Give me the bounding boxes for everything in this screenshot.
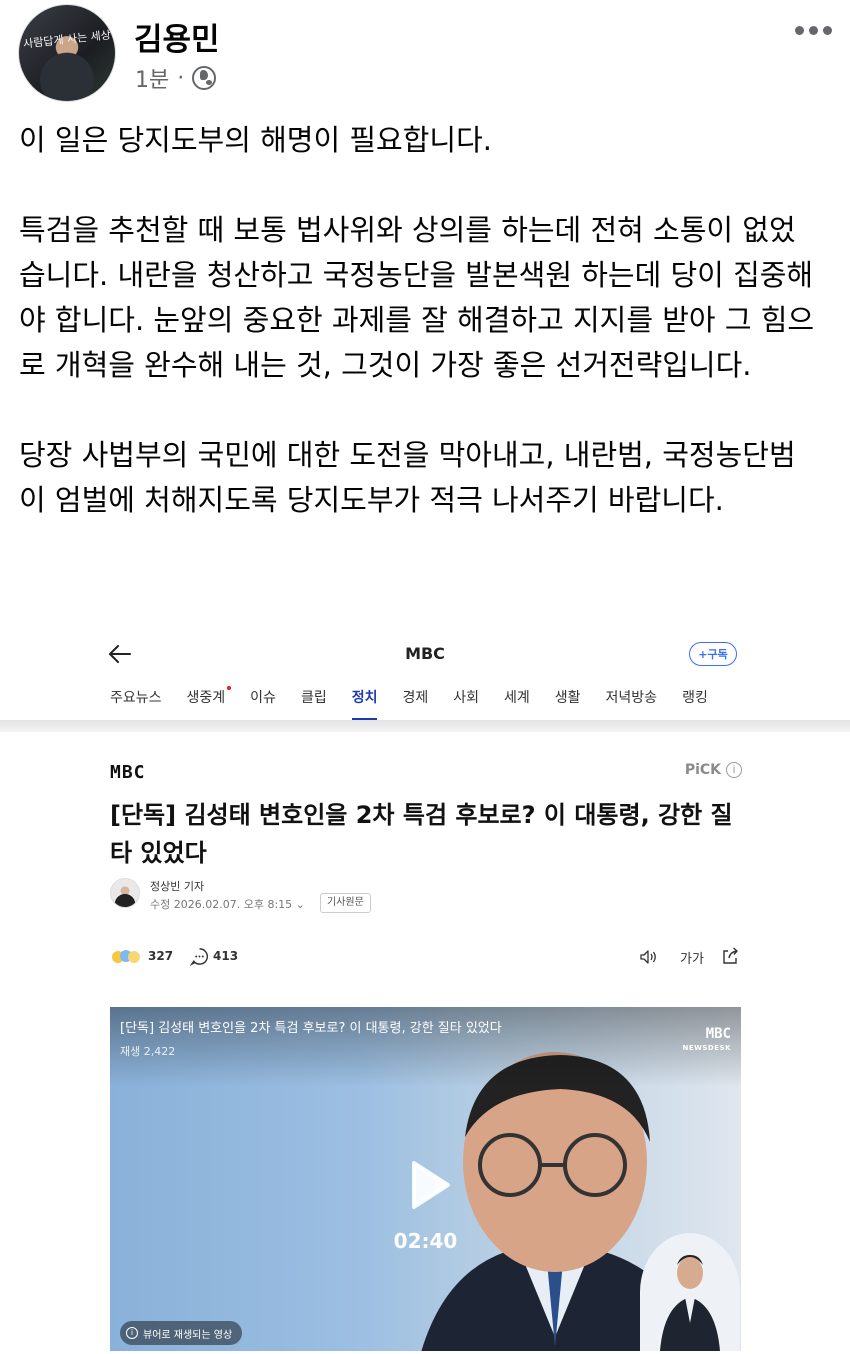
article-stats: 327 413 가가 — [110, 946, 740, 970]
tab-live[interactable]: 생중계 — [187, 686, 232, 720]
tab-ranking[interactable]: 랭킹 — [682, 686, 708, 720]
article-headline: [단독] 김성태 변호인을 2차 특검 후보로? 이 대통령, 강한 질타 있었… — [110, 801, 733, 867]
info-icon[interactable]: i — [726, 762, 742, 778]
globe-icon[interactable] — [192, 66, 217, 90]
video-player[interactable]: [단독] 김성태 변호인을 2차 특검 후보로? 이 대통령, 강한 질타 있었… — [110, 1007, 741, 1351]
comment-count: 413 — [213, 949, 239, 963]
share-icon[interactable] — [720, 946, 740, 966]
speaker-icon[interactable] — [638, 947, 658, 967]
original-article-button[interactable]: 기사원문 — [320, 893, 371, 913]
avatar[interactable]: 사람답게 사는 세상 — [18, 4, 116, 102]
avatar-overlay-text: 사람답게 사는 세상 — [22, 28, 112, 51]
muted-notice[interactable]: i 뷰어로 재생되는 영상 — [120, 1321, 243, 1345]
section-divider — [0, 720, 850, 732]
meta-separator: · — [177, 65, 185, 91]
category-nav: 주요뉴스 생중계 이슈 클립 정치 경제 사회 세계 생활 저녁방송 랭킹 — [110, 686, 733, 722]
video-title: [단독] 김성태 변호인을 2차 특검 후보로? 이 대통령, 강한 질타 있었… — [120, 1021, 502, 1036]
tab-politics[interactable]: 정치 — [351, 686, 378, 720]
post-paragraph: 당장 사법부의 국민에 대한 도전을 막아내고, 내란범, 국정농단범이 엄벌에… — [19, 438, 796, 517]
reporter-name[interactable]: 정상빈 기자 — [150, 878, 204, 894]
post-paragraph: 특검을 추천할 때 보통 법사위와 상의를 하는데 전혀 소통이 없었습니다. … — [19, 213, 815, 382]
post-meta: 1분 · — [135, 62, 217, 94]
author-name[interactable]: 김용민 — [134, 14, 220, 59]
shared-article-image[interactable]: MBC +구독 주요뉴스 생중계 이슈 클립 정치 경제 사회 세계 생활 저녁… — [0, 628, 850, 1354]
tab-life[interactable]: 생활 — [555, 686, 581, 720]
tab-main-news[interactable]: 주요뉴스 — [110, 686, 162, 720]
post-time[interactable]: 1분 — [135, 62, 169, 94]
post-header: 사람답게 사는 세상 김용민 1분 · — [18, 4, 832, 104]
tab-evening[interactable]: 저녁방송 — [606, 686, 658, 720]
sign-language-interpreter — [640, 1233, 740, 1351]
video-views: 재생 2,422 — [120, 1045, 176, 1058]
reaction-icon[interactable] — [110, 948, 142, 966]
more-options-icon[interactable] — [795, 26, 832, 35]
tab-society[interactable]: 사회 — [453, 686, 479, 720]
reporter-info: 정상빈 기자 수정 2026.02.07. 오후 8:15 ⌄ 기사원문 — [110, 878, 750, 918]
info-icon: i — [126, 1327, 138, 1339]
tab-issue[interactable]: 이슈 — [250, 686, 276, 720]
article-topbar: MBC +구독 — [0, 628, 850, 684]
updated-date: 수정 2026.02.07. 오후 8:15 ⌄ — [150, 898, 305, 911]
pick-badge[interactable]: PiCK i — [685, 762, 742, 778]
tab-world[interactable]: 세계 — [504, 686, 530, 720]
reaction-count: 327 — [148, 949, 174, 963]
press-logo[interactable]: MBC — [110, 762, 146, 783]
play-icon[interactable] — [398, 1155, 458, 1215]
reporter-avatar[interactable] — [110, 878, 140, 908]
comment-icon[interactable] — [190, 947, 209, 966]
new-dot-icon — [227, 686, 232, 690]
font-size-icon[interactable]: 가가 — [680, 948, 704, 967]
post-body: 이 일은 당지도부의 해명이 필요합니다. 특검을 추천할 때 보통 법사위와 … — [19, 118, 819, 523]
tab-clip[interactable]: 클립 — [301, 686, 327, 720]
post-paragraph: 이 일은 당지도부의 해명이 필요합니다. — [19, 123, 492, 157]
tab-economy[interactable]: 경제 — [402, 686, 428, 720]
video-duration: 02:40 — [393, 1229, 458, 1253]
subscribe-button[interactable]: +구독 — [689, 642, 737, 666]
newsdesk-logo: MBC NEWSDESK — [682, 1026, 731, 1052]
